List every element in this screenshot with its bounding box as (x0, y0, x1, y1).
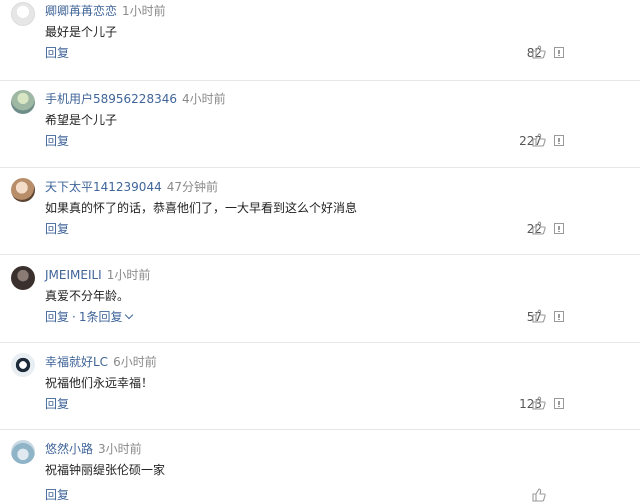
comment-username[interactable]: JMEIMEILI 1小时前 (45, 268, 150, 282)
divider (0, 80, 640, 81)
username-text[interactable]: 天下太平141239044 (45, 180, 162, 194)
reply-button[interactable]: 回复 (45, 488, 69, 502)
comment-item: JMEIMEILI 1小时前 真爱不分年龄。 回复 · 1条回复 57 (0, 264, 640, 352)
report-icon[interactable] (554, 398, 564, 409)
comment-time: 6小时前 (113, 355, 157, 369)
comment-text: 如果真的怀了的话，恭喜他们了，一大早看到这么个好消息 (45, 201, 358, 215)
thumbs-up-icon[interactable] (532, 309, 546, 323)
report-icon[interactable] (554, 223, 564, 234)
report-icon[interactable] (554, 135, 564, 146)
comment-item: 天下太平141239044 47分钟前 如果真的怀了的话，恭喜他们了，一大早看到这… (0, 176, 640, 264)
avatar[interactable] (11, 178, 35, 202)
username-text[interactable]: 悠然小路 (45, 442, 93, 456)
comment-item: 卿卿苒苒恋恋 1小时前 最好是个儿子 回复 82 (0, 0, 640, 88)
thumbs-up-icon[interactable] (532, 133, 546, 147)
avatar[interactable] (11, 2, 35, 26)
divider (0, 342, 640, 343)
comment-time: 47分钟前 (166, 180, 218, 194)
username-text[interactable]: 手机用户58956228346 (45, 92, 177, 106)
divider (0, 429, 640, 430)
thumbs-up-icon[interactable] (532, 488, 546, 502)
report-icon[interactable] (554, 47, 564, 58)
comment-item: 手机用户58956228346 4小时前 希望是个儿子 回复 227 (0, 88, 640, 176)
avatar[interactable] (11, 266, 35, 290)
comment-text: 祝福他们永远幸福！ (45, 376, 154, 390)
reply-button[interactable]: 回复 (45, 222, 69, 236)
separator-dot: · (72, 310, 76, 324)
comment-text: 真爱不分年龄。 (45, 289, 130, 303)
username-text[interactable]: JMEIMEILI (45, 268, 102, 282)
reply-button[interactable]: 回复 (45, 46, 69, 60)
thumbs-up-icon[interactable] (532, 45, 546, 59)
comment-time: 3小时前 (98, 442, 142, 456)
comment-time: 4小时前 (181, 92, 226, 106)
comment-item: 幸福就好LC 6小时前 祝福他们永远幸福！ 回复 123 (0, 351, 640, 439)
comment-username[interactable]: 幸福就好LC 6小时前 (45, 355, 157, 369)
comment-username[interactable]: 天下太平141239044 47分钟前 (45, 180, 218, 194)
comment-username[interactable]: 手机用户58956228346 4小时前 (45, 92, 226, 106)
comment-text: 祝福钟丽缇张伦硕一家 (45, 463, 166, 477)
reply-button[interactable]: 回复 (45, 310, 69, 324)
comment-time: 1小时前 (106, 268, 151, 282)
avatar[interactable] (11, 90, 35, 114)
avatar[interactable] (11, 440, 35, 464)
username-text[interactable]: 卿卿苒苒恋恋 (45, 4, 117, 18)
report-icon[interactable] (554, 311, 564, 322)
avatar[interactable] (11, 353, 35, 377)
reply-row: 回复 · 1条回复 (45, 310, 134, 324)
reply-button[interactable]: 回复 (45, 397, 69, 411)
comment-username[interactable]: 悠然小路 3小时前 (45, 442, 142, 456)
comment-text: 希望是个儿子 (45, 113, 118, 127)
comment-username[interactable]: 卿卿苒苒恋恋 1小时前 (45, 4, 166, 18)
divider (0, 167, 640, 168)
username-text[interactable]: 幸福就好LC (45, 355, 108, 369)
comment-item: 悠然小路 3小时前 祝福钟丽缇张伦硕一家 回复 (0, 438, 640, 502)
view-replies-link[interactable]: 1条回复 (79, 310, 123, 324)
thumbs-up-icon[interactable] (532, 396, 546, 410)
reply-button[interactable]: 回复 (45, 134, 69, 148)
comment-time: 1小时前 (122, 4, 166, 18)
divider (0, 254, 640, 255)
comment-text: 最好是个儿子 (45, 25, 118, 39)
thumbs-up-icon[interactable] (532, 221, 546, 235)
chevron-down-icon[interactable] (125, 310, 134, 320)
